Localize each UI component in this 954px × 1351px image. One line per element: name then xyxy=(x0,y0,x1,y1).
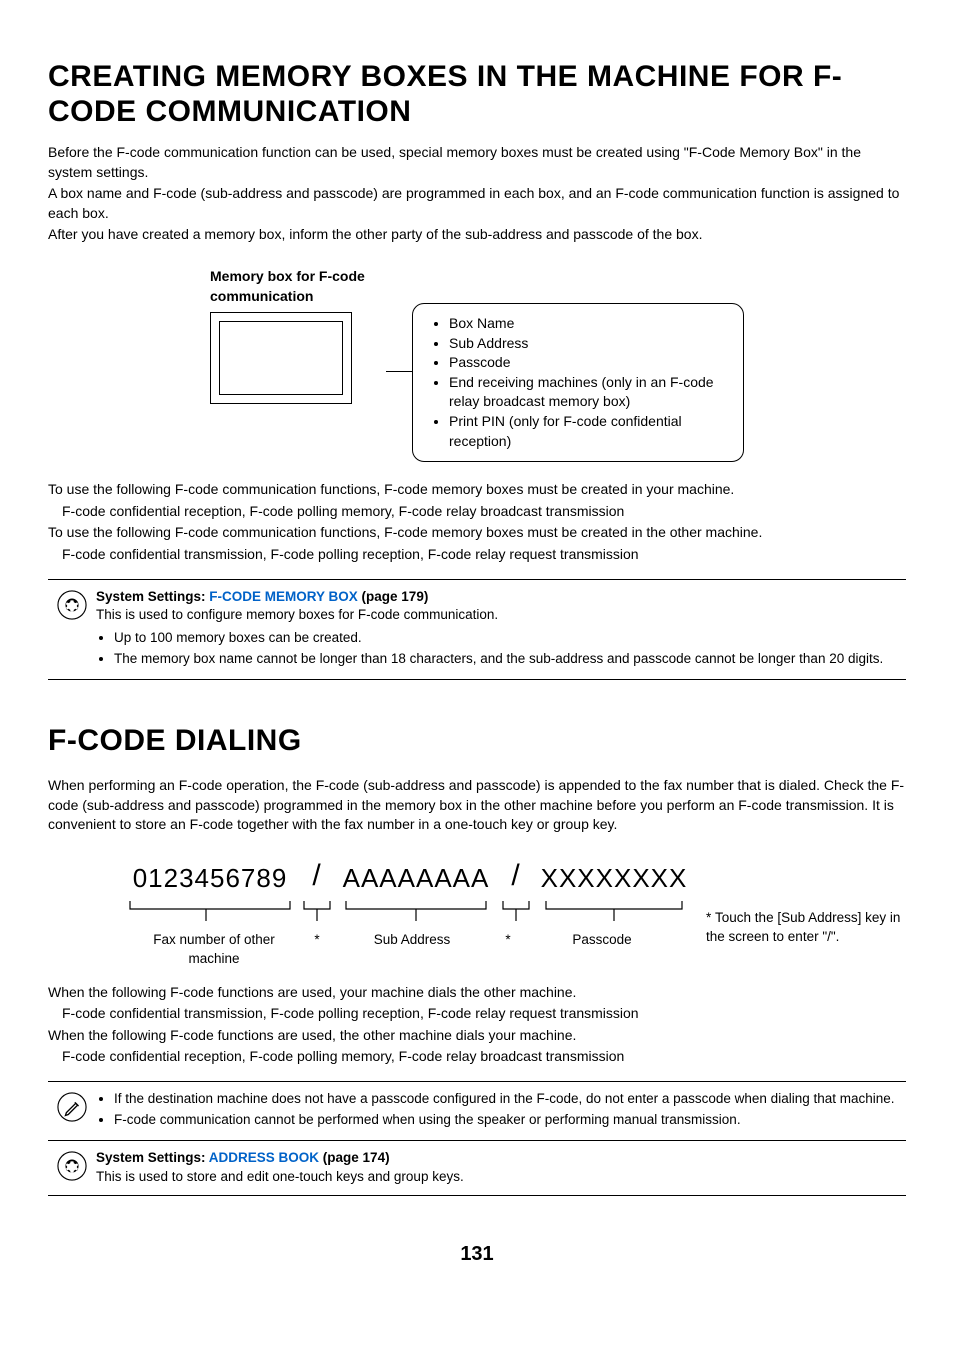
gear-icon xyxy=(48,588,96,620)
bracket xyxy=(340,899,492,929)
callout-desc: This is used to store and edit one-touch… xyxy=(96,1168,906,1187)
link-fcode-memory-box[interactable]: F-CODE MEMORY BOX xyxy=(209,589,358,604)
heading-fcode-dialing: F-CODE DIALING xyxy=(48,720,906,762)
intro-paragraph: Before the F-code communication function… xyxy=(48,143,906,182)
usage-text: To use the following F-code communicatio… xyxy=(48,523,906,543)
label-star: * xyxy=(298,931,336,969)
dial-passcode: XXXXXXXX xyxy=(541,860,688,896)
list-item: F-code communication cannot be performed… xyxy=(114,1111,906,1130)
bracket xyxy=(540,899,688,929)
func-text: When the following F-code functions are … xyxy=(48,983,906,1003)
callout-title-suffix: (page 179) xyxy=(358,589,429,604)
dial-fax-number: 0123456789 xyxy=(133,860,288,896)
list-item: Box Name xyxy=(449,314,723,334)
bracket xyxy=(496,899,536,929)
heading-main: CREATING MEMORY BOXES IN THE MACHINE FOR… xyxy=(48,60,906,129)
footnote: * Touch the [Sub Address] key in the scr… xyxy=(706,855,906,947)
dial-slash: / xyxy=(312,855,321,897)
bracket xyxy=(298,899,336,929)
list-item: Passcode xyxy=(449,353,723,373)
func-text: F-code confidential transmission, F-code… xyxy=(62,1004,906,1024)
callout-system-settings: System Settings: F-CODE MEMORY BOX (page… xyxy=(48,579,906,681)
label-star: * xyxy=(488,931,528,969)
dial-slash: / xyxy=(511,855,520,897)
usage-text: F-code confidential transmission, F-code… xyxy=(62,545,906,565)
bracket xyxy=(126,899,294,929)
dial-intro: When performing an F-code operation, the… xyxy=(48,776,906,835)
list-item: End receiving machines (only in an F-cod… xyxy=(449,373,723,412)
func-text: When the following F-code functions are … xyxy=(48,1026,906,1046)
callout-system-settings: System Settings: ADDRESS BOOK (page 174)… xyxy=(48,1141,906,1196)
intro-paragraph: A box name and F-code (sub-address and p… xyxy=(48,184,906,223)
gear-icon xyxy=(48,1149,96,1181)
pencil-note-icon xyxy=(48,1090,96,1122)
callout-note: If the destination machine does not have… xyxy=(48,1081,906,1141)
callout-title-suffix: (page 174) xyxy=(319,1150,390,1165)
list-item: Print PIN (only for F-code confidential … xyxy=(449,412,723,451)
usage-text: F-code confidential reception, F-code po… xyxy=(62,502,906,522)
callout-title-prefix: System Settings: xyxy=(96,589,209,604)
diagram-caption: Memory box for F-code communication xyxy=(210,267,380,306)
memory-box-fields: Box Name Sub Address Passcode End receiv… xyxy=(412,303,744,462)
list-item: The memory box name cannot be longer tha… xyxy=(114,650,906,669)
list-item: Up to 100 memory boxes can be created. xyxy=(114,629,906,648)
label-sub-address: Sub Address xyxy=(336,931,488,969)
dial-sub-address: AAAAAAAA xyxy=(343,860,490,896)
intro-paragraph: After you have created a memory box, inf… xyxy=(48,225,906,245)
label-fax: Fax number of other machine xyxy=(126,931,298,969)
callout-desc: This is used to configure memory boxes f… xyxy=(96,606,906,625)
diagram-dialing: 0123456789 / AAAAAAAA / xyxy=(48,855,906,969)
list-item: Sub Address xyxy=(449,334,723,354)
callout-title-prefix: System Settings: xyxy=(96,1150,209,1165)
memory-box-graphic xyxy=(210,312,352,404)
label-passcode: Passcode xyxy=(528,931,676,969)
usage-text: To use the following F-code communicatio… xyxy=(48,480,906,500)
connector-line xyxy=(386,371,412,372)
func-text: F-code confidential reception, F-code po… xyxy=(62,1047,906,1067)
link-address-book[interactable]: ADDRESS BOOK xyxy=(209,1150,319,1165)
list-item: If the destination machine does not have… xyxy=(114,1090,906,1109)
diagram-memory-box: Memory box for F-code communication Box … xyxy=(48,267,906,462)
page-number: 131 xyxy=(48,1240,906,1268)
